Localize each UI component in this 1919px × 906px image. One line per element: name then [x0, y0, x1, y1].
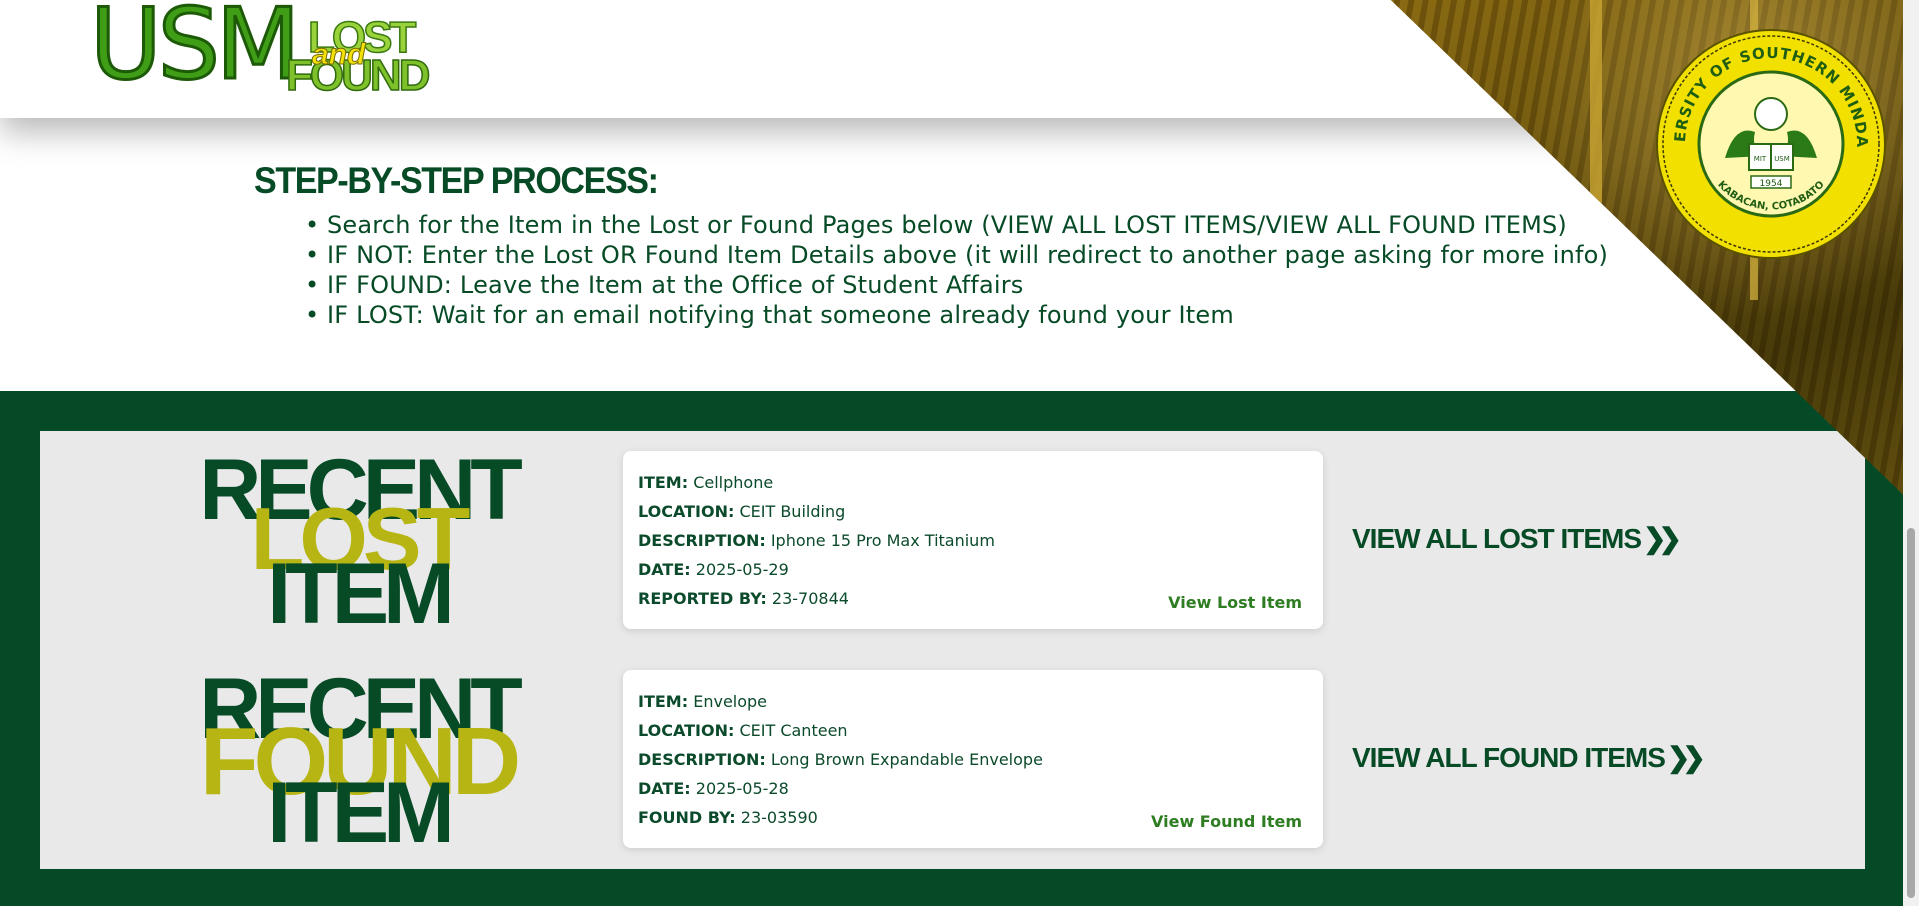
- found-date-label: DATE:: [638, 779, 691, 798]
- lost-date-row: DATE: 2025-05-29: [638, 560, 789, 579]
- lost-reported-by-value: 23-70844: [771, 589, 849, 608]
- lost-date-value: 2025-05-29: [695, 560, 789, 579]
- view-lost-item-link[interactable]: View Lost Item: [1168, 593, 1302, 612]
- usm-lost-and-found-logo[interactable]: USM LOST FOUND and: [89, 0, 432, 100]
- lost-item-row: ITEM: Cellphone: [638, 473, 773, 492]
- found-location-label: LOCATION:: [638, 721, 735, 740]
- page-scrollbar[interactable]: [1903, 0, 1919, 906]
- double-chevron-right-icon: ❯❯: [1666, 742, 1706, 773]
- found-location-value: CEIT Canteen: [739, 721, 848, 740]
- view-all-lost-label: VIEW ALL LOST ITEMS: [1352, 523, 1642, 554]
- recent-found-heading: RECENT FOUND ITEM: [178, 666, 538, 856]
- logo-usm-text: USM: [89, 0, 302, 102]
- view-all-found-label: VIEW ALL FOUND ITEMS: [1352, 742, 1666, 773]
- found-by-value: 23-03590: [740, 808, 818, 827]
- step-item: IF NOT: Enter the Lost OR Found Item Det…: [305, 240, 1608, 270]
- step-item: IF FOUND: Leave the Item at the Office o…: [305, 270, 1608, 300]
- recent-found-card: ITEM: Envelope LOCATION: CEIT Canteen DE…: [623, 670, 1323, 848]
- seal-book-right: USM: [1774, 155, 1790, 163]
- recent-found-word-item: ITEM: [267, 765, 454, 861]
- lost-item-label: ITEM:: [638, 473, 689, 492]
- steps-list: Search for the Item in the Lost or Found…: [305, 210, 1608, 330]
- view-all-found-items-link[interactable]: VIEW ALL FOUND ITEMS❯❯: [1352, 741, 1706, 774]
- found-description-label: DESCRIPTION:: [638, 750, 766, 769]
- lost-date-label: DATE:: [638, 560, 691, 579]
- found-item-row: ITEM: Envelope: [638, 692, 767, 711]
- found-location-row: LOCATION: CEIT Canteen: [638, 721, 848, 740]
- university-seal-icon: UNIVERSITY OF SOUTHERN MINDANAO KABACAN,…: [1655, 28, 1886, 259]
- found-item-value: Envelope: [693, 692, 768, 711]
- view-all-lost-items-link[interactable]: VIEW ALL LOST ITEMS❯❯: [1352, 522, 1682, 555]
- scrollbar-thumb[interactable]: [1907, 528, 1915, 898]
- found-date-row: DATE: 2025-05-28: [638, 779, 789, 798]
- lost-location-value: CEIT Building: [739, 502, 846, 521]
- found-description-value: Long Brown Expandable Envelope: [770, 750, 1043, 769]
- steps-title: STEP-BY-STEP PROCESS:: [254, 160, 659, 201]
- logo-and-text: and: [311, 38, 366, 71]
- lost-reported-by-label: REPORTED BY:: [638, 589, 767, 608]
- recent-lost-heading: RECENT LOST ITEM: [178, 447, 538, 637]
- found-item-label: ITEM:: [638, 692, 689, 711]
- lost-item-value: Cellphone: [693, 473, 774, 492]
- seal-year: 1954: [1760, 179, 1783, 189]
- seal-book-left: MIT: [1754, 155, 1767, 163]
- step-item: IF LOST: Wait for an email notifying tha…: [305, 300, 1608, 330]
- found-description-row: DESCRIPTION: Long Brown Expandable Envel…: [638, 750, 1043, 769]
- found-by-label: FOUND BY:: [638, 808, 736, 827]
- lost-location-row: LOCATION: CEIT Building: [638, 502, 845, 521]
- lost-location-label: LOCATION:: [638, 502, 735, 521]
- double-chevron-right-icon: ❯❯: [1643, 523, 1682, 554]
- view-found-item-link[interactable]: View Found Item: [1151, 812, 1302, 831]
- step-item: Search for the Item in the Lost or Found…: [305, 210, 1608, 240]
- recent-lost-word-item: ITEM: [267, 546, 454, 642]
- found-by-row: FOUND BY: 23-03590: [638, 808, 818, 827]
- lost-description-row: DESCRIPTION: Iphone 15 Pro Max Titanium: [638, 531, 995, 550]
- lost-reported-by-row: REPORTED BY: 23-70844: [638, 589, 849, 608]
- found-date-value: 2025-05-28: [695, 779, 789, 798]
- lost-description-label: DESCRIPTION:: [638, 531, 766, 550]
- lost-description-value: Iphone 15 Pro Max Titanium: [770, 531, 995, 550]
- recent-lost-card: ITEM: Cellphone LOCATION: CEIT Building …: [623, 451, 1323, 629]
